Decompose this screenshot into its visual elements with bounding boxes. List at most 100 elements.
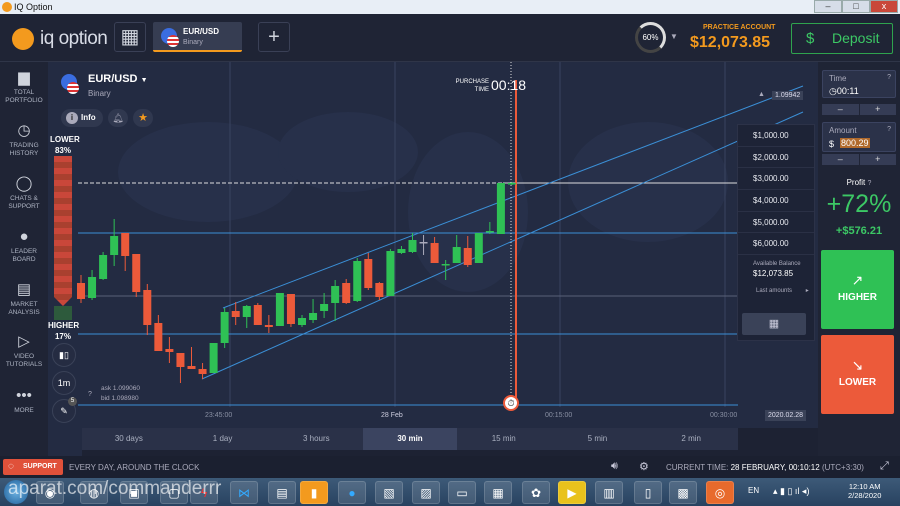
- amount-option[interactable]: $5,000.00: [738, 212, 814, 234]
- candle-body: [264, 325, 273, 327]
- time-plus-button[interactable]: +: [859, 104, 896, 115]
- amount-field[interactable]: Amount ? $ 800.29: [822, 122, 896, 152]
- support-button[interactable]: ◌ SUPPORT: [3, 459, 63, 475]
- vscode-icon[interactable]: ⋈: [230, 481, 258, 504]
- timeframe-15-min[interactable]: 15 min: [457, 428, 551, 450]
- iq-option-taskbar-icon[interactable]: ▮: [300, 481, 328, 504]
- chevron-down-icon[interactable]: ▼: [670, 32, 678, 41]
- drawing-tools-button[interactable]: ✎ 5: [52, 397, 77, 423]
- timeframe-5-min[interactable]: 5 min: [551, 428, 645, 450]
- bell-icon[interactable]: 🔔︎: [108, 109, 128, 127]
- fullscreen-icon[interactable]: ⤢: [880, 460, 889, 473]
- chevron-down-icon: ▼: [140, 77, 148, 84]
- star-icon[interactable]: ★: [133, 109, 153, 127]
- sidebar-item-video-tutorials[interactable]: ▷ VIDEO TUTORIALS: [0, 334, 48, 369]
- amount-option[interactable]: $1,000.00: [738, 125, 814, 147]
- timeframe-3-hours[interactable]: 3 hours: [269, 428, 363, 450]
- help-icon[interactable]: ?: [887, 126, 891, 133]
- info-button[interactable]: i Info: [61, 109, 103, 127]
- amount-option[interactable]: $4,000.00: [738, 190, 814, 212]
- help-icon[interactable]: ?: [887, 74, 891, 81]
- help-icon[interactable]: ?: [88, 391, 92, 398]
- purchase-countdown: 00:18: [491, 77, 527, 93]
- sidebar-item-chats-support[interactable]: ◯ CHATS & SUPPORT: [0, 176, 48, 211]
- amount-minus-button[interactable]: –: [822, 154, 859, 165]
- zoom-icon[interactable]: ●: [338, 481, 366, 504]
- grid-icon[interactable]: ▦: [114, 22, 146, 52]
- add-tab-button[interactable]: +: [258, 22, 290, 52]
- candles-icon: ▮▯: [59, 350, 69, 360]
- logo[interactable]: iq option: [40, 28, 108, 50]
- sidebar-item-leader-board[interactable]: ● LEADER BOARD: [0, 229, 48, 264]
- winrar-icon[interactable]: ▥: [595, 481, 623, 504]
- player-icon[interactable]: ▶: [558, 481, 586, 504]
- calculator-icon[interactable]: ▦: [742, 313, 806, 335]
- deposit-button[interactable]: $ Deposit: [791, 23, 893, 54]
- profit-label: Profit ?: [818, 178, 900, 187]
- trade-panel: Time ? ◷00:11 – + Amount ? $ 800.29 – + Pr…: [818, 62, 900, 456]
- profit-percent: +72%: [826, 190, 892, 218]
- paint-icon[interactable]: ✿: [522, 481, 550, 504]
- purchase-label: PURCHASE: [455, 79, 489, 85]
- amount-option[interactable]: $3,000.00: [738, 168, 814, 191]
- amount-input[interactable]: 800.29: [840, 138, 870, 148]
- sidebar-item-trading-history[interactable]: ◷ TRADING HISTORY: [0, 123, 48, 158]
- x-tick: 00:15:00: [545, 412, 573, 419]
- candle-body: [474, 233, 483, 263]
- candle-body: [110, 236, 119, 255]
- interval-button[interactable]: 1m: [52, 371, 76, 395]
- maximize-button[interactable]: □: [842, 0, 870, 13]
- last-amounts-link[interactable]: Last amounts ▸: [738, 278, 814, 294]
- timezone: (UTC+3:30): [821, 463, 864, 472]
- sidebar-item-more[interactable]: ••• MORE: [0, 388, 48, 415]
- timeframe-30-days[interactable]: 30 days: [82, 428, 176, 450]
- help-icon[interactable]: ?: [868, 180, 872, 187]
- app-icon[interactable]: ▤: [268, 481, 296, 504]
- world-map-shape: [408, 132, 528, 292]
- system-clock[interactable]: 12:10 AM 2/28/2020: [848, 482, 881, 500]
- candle-body: [397, 249, 406, 253]
- app-icon[interactable]: ▧: [375, 481, 403, 504]
- notepad-icon[interactable]: ▯: [634, 481, 662, 504]
- language-indicator[interactable]: EN: [748, 486, 759, 495]
- asset-selector[interactable]: EUR/USD ▼: [88, 73, 148, 85]
- folder-icon[interactable]: ▭: [448, 481, 476, 504]
- watermark: aparat.com/commanderrr: [8, 478, 222, 499]
- close-button[interactable]: x: [870, 0, 898, 13]
- asset-tab-eurusd[interactable]: EUR/USD Binary: [153, 22, 242, 52]
- chart-type-button[interactable]: ▮▯: [52, 343, 76, 367]
- windows-taskbar: ◉ ◍ ▣ ▢ ϟ ⋈ ▤ ▮ ● ▧ ▨ ▭ ▦ ✿ ▶ ▥ ▯ ▩ ◎ EN…: [0, 478, 900, 506]
- minimize-button[interactable]: –: [814, 0, 842, 13]
- chart-area[interactable]: EUR/USD ▼ Binary i Info 🔔︎ ★ LOWER 83% HI…: [48, 62, 818, 452]
- time-field[interactable]: Time ? ◷00:11: [822, 70, 896, 98]
- time-stepper: – +: [822, 104, 896, 115]
- timeframe-1-day[interactable]: 1 day: [176, 428, 270, 450]
- amount-option[interactable]: $6,000.00: [738, 233, 814, 256]
- level-progress[interactable]: 60%: [635, 22, 666, 53]
- amount-plus-button[interactable]: +: [859, 154, 896, 165]
- higher-label: HIGHER: [838, 292, 877, 303]
- sidebar-label: TOTAL PORTFOLIO: [5, 89, 43, 104]
- tray-icons[interactable]: ▴ ▮ ▯ ıl ◂): [773, 486, 809, 497]
- time-minus-button[interactable]: –: [822, 104, 859, 115]
- price-alert-bell-icon[interactable]: ▲: [758, 91, 765, 98]
- amount-option[interactable]: $2,000.00: [738, 147, 814, 169]
- sidebar-item-total-portfolio[interactable]: ▆ TOTAL PORTFOLIO: [0, 70, 48, 105]
- app-icon[interactable]: ▩: [669, 481, 697, 504]
- candlestick-chart[interactable]: [48, 62, 818, 428]
- settings-gear-icon[interactable]: ⚙: [639, 460, 649, 473]
- timeframe-30-min[interactable]: 30 min: [363, 428, 457, 450]
- candle-body: [165, 349, 174, 352]
- recorder-icon[interactable]: ◎: [706, 481, 734, 504]
- account-type[interactable]: PRACTICE ACCOUNT: [703, 24, 775, 31]
- app-icon[interactable]: ▨: [412, 481, 440, 504]
- timeframe-2-min[interactable]: 2 min: [644, 428, 738, 450]
- lower-button[interactable]: ↘ LOWER: [821, 335, 894, 414]
- higher-button[interactable]: ↗ HIGHER: [821, 250, 894, 329]
- sound-icon[interactable]: 🔊︎: [611, 460, 618, 473]
- sidebar-item-market-analysis[interactable]: ▤ MARKET ANALYSIS: [0, 282, 48, 317]
- expiration-marker-icon[interactable]: ⏱: [503, 395, 519, 411]
- app-icon[interactable]: ▦: [484, 481, 512, 504]
- asset-name: EUR/USD: [88, 73, 138, 85]
- account-balance[interactable]: $12,073.85: [690, 34, 770, 52]
